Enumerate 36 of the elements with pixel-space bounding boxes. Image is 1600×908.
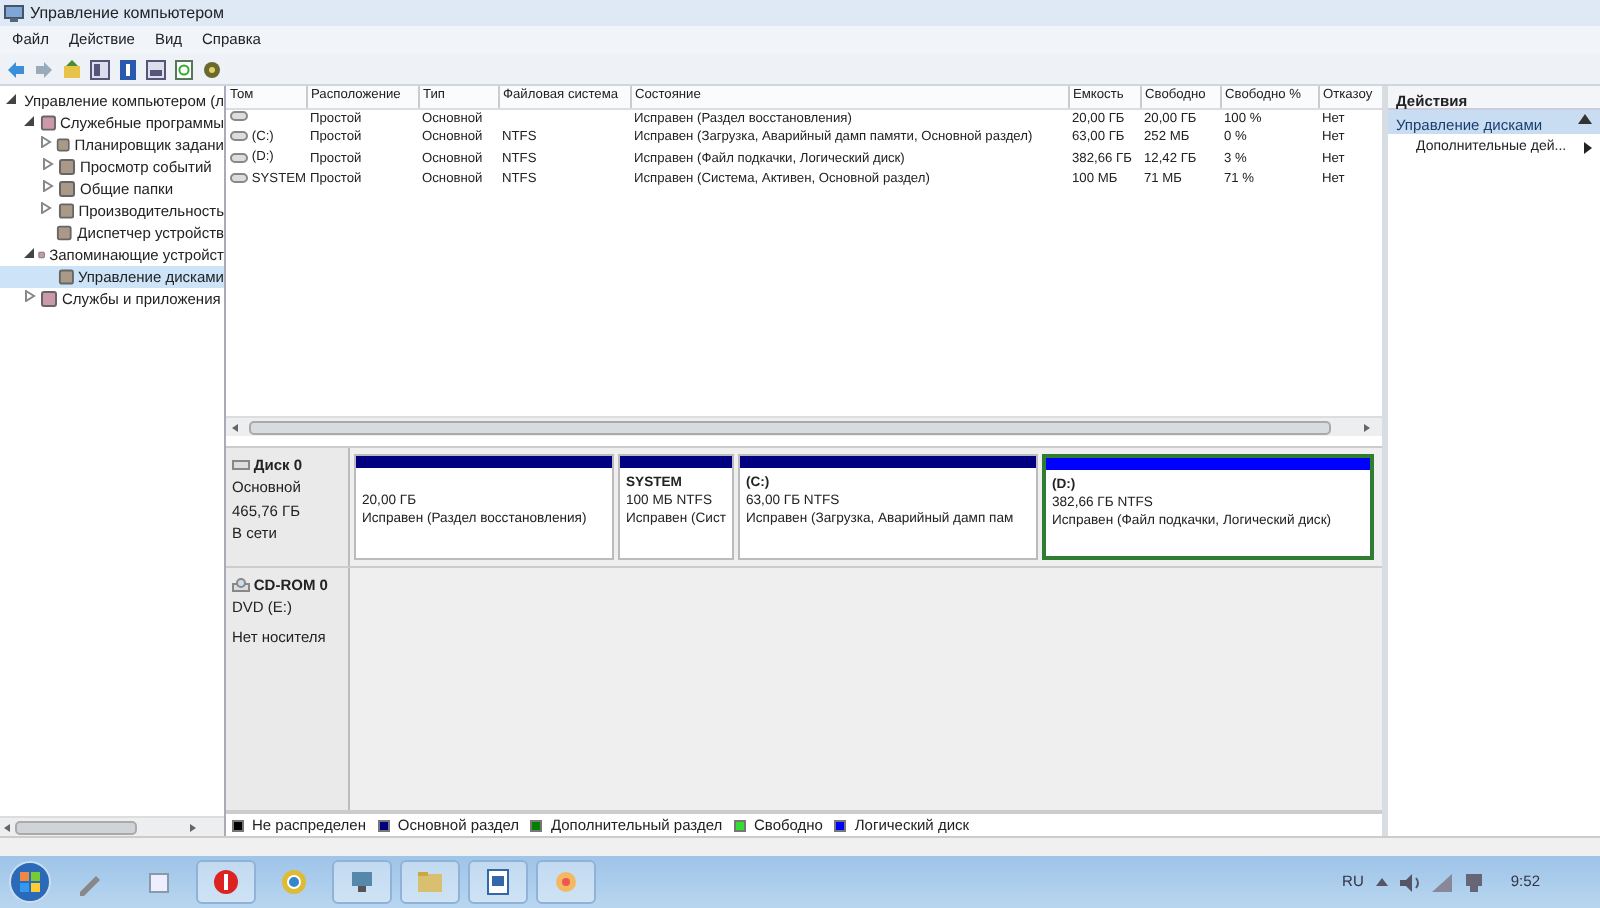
node-icon (57, 268, 74, 286)
expanded-icon[interactable] (22, 246, 34, 259)
scrollbar[interactable] (0, 816, 224, 836)
scrollbar[interactable] (226, 416, 1382, 436)
node-icon (56, 136, 71, 154)
node-icon (38, 246, 46, 264)
refresh-icon[interactable] (174, 59, 194, 79)
network-icon[interactable] (1463, 872, 1484, 892)
computer-icon[interactable] (346, 866, 378, 898)
taskbar-button[interactable] (196, 860, 256, 904)
node-icon (57, 202, 75, 220)
forward-icon[interactable] (34, 59, 54, 79)
back-icon[interactable] (6, 59, 26, 79)
collapsed-icon[interactable] (23, 290, 35, 303)
document-icon[interactable] (482, 866, 514, 898)
collapse-icon (1578, 114, 1592, 124)
node-icon (39, 114, 56, 132)
computer-icon (4, 3, 24, 23)
node-icon (58, 180, 76, 198)
node-icon (56, 224, 74, 242)
arrow-icon (1584, 142, 1592, 155)
start-button[interactable] (8, 860, 52, 904)
tray-arrow-icon[interactable] (1375, 878, 1388, 886)
window-title: Управление компьютером (30, 1, 224, 25)
panel-icon[interactable] (90, 59, 110, 79)
taskbar-button[interactable] (332, 860, 392, 904)
circle-icon[interactable] (210, 866, 242, 898)
paint-icon[interactable] (550, 866, 582, 898)
signal-icon[interactable] (1431, 873, 1452, 891)
volume-icon[interactable] (1399, 873, 1420, 891)
node-icon (58, 158, 76, 176)
taskbar-button[interactable] (468, 860, 528, 904)
node-icon (40, 290, 58, 308)
cd-drive-icon (232, 578, 250, 593)
folder-icon[interactable] (62, 59, 82, 79)
browser-icon[interactable] (278, 866, 310, 898)
